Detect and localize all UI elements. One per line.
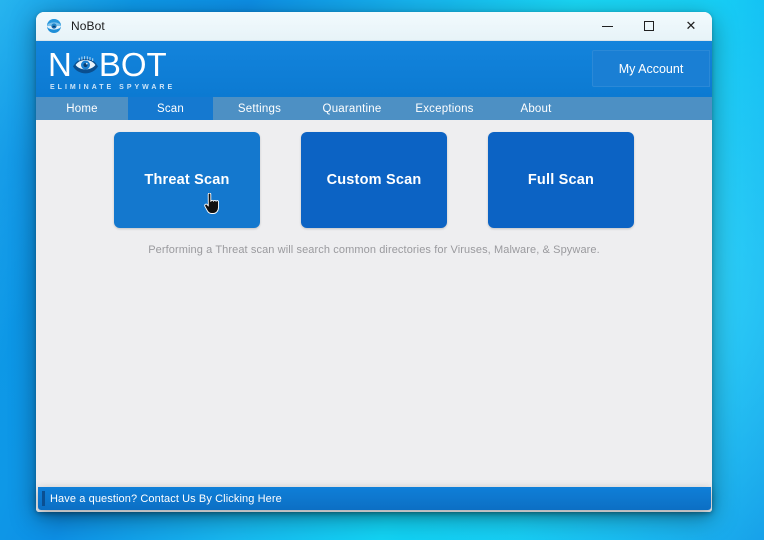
main-content-area: Threat Scan Custom Scan Full Scan Performi…	[36, 120, 712, 512]
footer-bar: Have a question? Contact Us By Clicking …	[38, 487, 711, 510]
minimize-button[interactable]	[586, 12, 628, 40]
tab-scan[interactable]: Scan	[128, 97, 213, 120]
close-button[interactable]: ✕	[670, 12, 712, 40]
maximize-button[interactable]	[628, 12, 670, 40]
scan-options-row: Threat Scan Custom Scan Full Scan	[36, 132, 712, 228]
scan-description: Performing a Threat scan will search com…	[148, 244, 600, 256]
eye-icon	[72, 52, 99, 79]
minimize-icon	[601, 25, 613, 27]
brand-suffix: BOT	[98, 45, 167, 83]
main-navigation-tabs: Home Scan Settings Quarantine Exceptions Abou…	[36, 97, 712, 120]
tab-exceptions[interactable]: Exceptions	[398, 97, 491, 120]
tab-quarantine[interactable]: Quarantine	[306, 97, 398, 120]
threat-scan-button[interactable]: Threat Scan	[114, 132, 260, 228]
footer-accent-mark	[42, 491, 45, 506]
full-scan-button[interactable]: Full Scan	[488, 132, 634, 228]
custom-scan-button[interactable]: Custom Scan	[301, 132, 447, 228]
maximize-icon	[644, 21, 654, 31]
close-icon: ✕	[685, 18, 697, 34]
tab-settings[interactable]: Settings	[213, 97, 306, 120]
tab-about[interactable]: About	[491, 97, 581, 120]
nobot-app-icon	[46, 18, 62, 34]
contact-us-link[interactable]: Have a question? Contact Us By Clicking …	[50, 493, 282, 505]
window-title: NoBot	[71, 19, 105, 33]
window-titlebar[interactable]: NoBot ✕	[36, 12, 712, 41]
brand-wordmark: N BOT	[48, 45, 175, 83]
tab-home[interactable]: Home	[36, 97, 128, 120]
brand-prefix: N	[48, 45, 72, 83]
my-account-button[interactable]: My Account	[592, 50, 710, 87]
brand-banner: N BOT ELIMINATE SPYWARE My Account	[36, 41, 712, 97]
application-window: NoBot ✕ N BOT ELIMINATE SPYWARE My Accou…	[36, 12, 712, 512]
brand-tagline: ELIMINATE SPYWARE	[50, 83, 176, 91]
brand-logo: N BOT ELIMINATE SPYWARE	[48, 45, 176, 91]
window-controls: ✕	[586, 12, 712, 40]
